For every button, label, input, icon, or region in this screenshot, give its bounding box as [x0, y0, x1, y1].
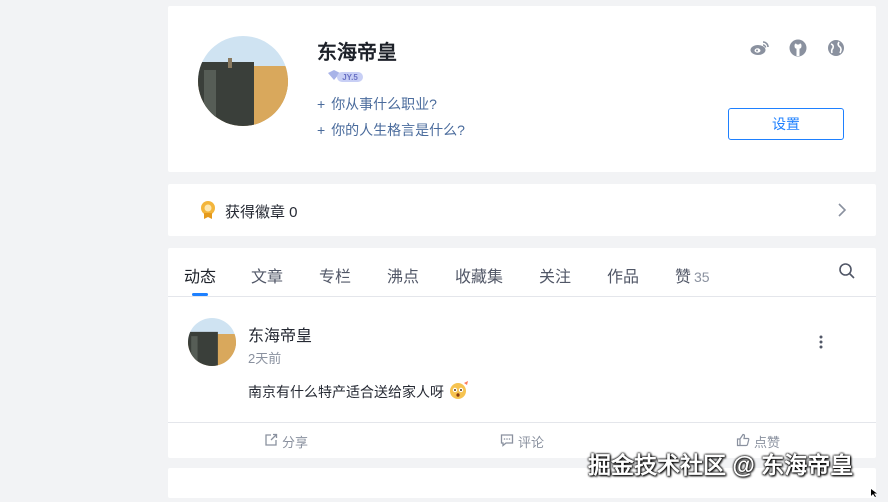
watermark: 掘金技术社区 @ 东海帝皇: [588, 452, 854, 478]
post-content[interactable]: 南京有什么特产适合送给家人呀: [248, 380, 470, 403]
tab-articles[interactable]: 文章: [251, 263, 283, 287]
tab-collections[interactable]: 收藏集: [455, 263, 503, 287]
username: 东海帝皇: [317, 42, 397, 64]
user-avatar[interactable]: [198, 36, 288, 126]
active-tab-indicator: [192, 293, 208, 296]
tab-pins[interactable]: 沸点: [387, 263, 419, 287]
post-author-avatar[interactable]: [188, 318, 236, 366]
share-button[interactable]: 分享: [168, 423, 404, 459]
share-label: 分享: [281, 434, 308, 450]
comment-icon: [500, 433, 514, 450]
chevron-right-icon[interactable]: [836, 202, 848, 223]
post-author-name[interactable]: 东海帝皇: [248, 322, 312, 346]
more-options-icon[interactable]: [818, 334, 824, 355]
plus-sign: +: [317, 122, 326, 138]
tab-following[interactable]: 关注: [539, 263, 571, 287]
tab-activity[interactable]: 动态: [184, 263, 216, 287]
cursor-icon: [871, 484, 879, 502]
badge-card[interactable]: 获得徽章 0: [168, 184, 876, 236]
level-badge-text: JY.5: [342, 73, 358, 82]
job-prompt-link[interactable]: + 你从事什么职业?: [317, 94, 437, 114]
comment-label: 评论: [517, 434, 544, 450]
post-text: 南京有什么特产适合送给家人呀: [248, 383, 444, 400]
search-icon[interactable]: [838, 262, 856, 285]
share-icon: [264, 433, 278, 450]
tab-columns[interactable]: 专栏: [319, 263, 351, 287]
github-icon[interactable]: [788, 38, 808, 58]
medal-icon: [199, 200, 217, 225]
tab-likes-label: 赞: [675, 269, 692, 286]
plus-sign: +: [317, 96, 326, 112]
post-time: 2天前: [248, 351, 282, 366]
weibo-icon[interactable]: [750, 38, 770, 58]
tab-likes[interactable]: 赞 35: [675, 263, 710, 287]
badge-count-label: 获得徽章 0: [225, 204, 298, 221]
motto-prompt-link[interactable]: + 你的人生格言是什么?: [317, 120, 465, 140]
profile-tabs: 动态 文章 专栏 沸点 收藏集 关注 作品 赞 35: [168, 248, 876, 297]
settings-button[interactable]: 设置: [728, 108, 844, 140]
job-prompt-text: 你从事什么职业?: [331, 96, 437, 112]
likes-count: 35: [694, 269, 710, 285]
feed-card: 动态 文章 专栏 沸点 收藏集 关注 作品 赞 35 东海帝皇 2天前 南京有什…: [168, 248, 876, 458]
motto-prompt-text: 你的人生格言是什么?: [331, 122, 465, 138]
emoji-icon: [448, 380, 470, 403]
profile-card: 东海帝皇 JY.5 + 你从事什么职业? + 你的人生格言是什么? 设置: [168, 6, 876, 172]
globe-icon[interactable]: [826, 38, 846, 58]
level-badge: JY.5: [325, 68, 367, 84]
tab-works[interactable]: 作品: [607, 263, 639, 287]
